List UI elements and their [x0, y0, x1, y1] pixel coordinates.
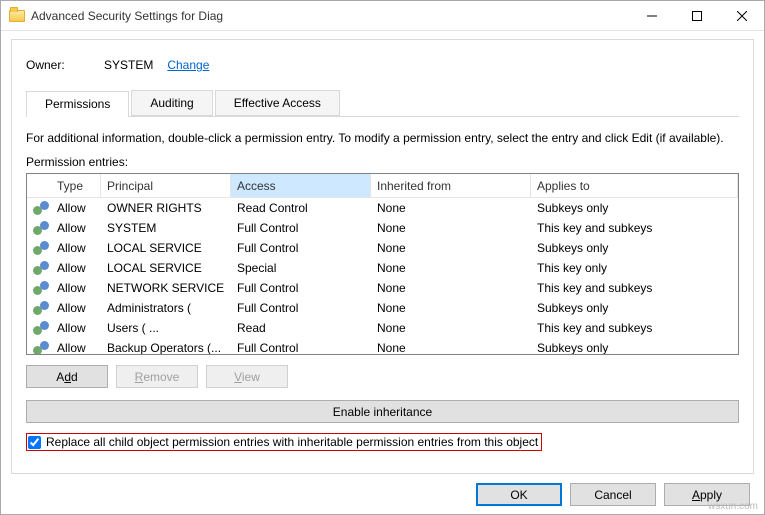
cell-type: Allow	[51, 321, 101, 335]
col-access[interactable]: Access	[231, 174, 371, 197]
tab-auditing[interactable]: Auditing	[131, 90, 212, 116]
table-row[interactable]: AllowUsers ( ...ReadNoneThis key and sub…	[27, 318, 738, 338]
people-icon	[33, 301, 49, 315]
change-owner-link[interactable]: Change	[167, 58, 209, 72]
cell-access: Full Control	[231, 281, 371, 295]
remove-button: Remove	[116, 365, 198, 388]
cell-applies: This key and subkeys	[531, 281, 738, 295]
cell-inherited: None	[371, 301, 531, 315]
add-button[interactable]: Add	[26, 365, 108, 388]
col-principal[interactable]: Principal	[101, 174, 231, 197]
title-bar: Advanced Security Settings for Diag	[1, 1, 764, 31]
cell-applies: Subkeys only	[531, 341, 738, 355]
col-inherited[interactable]: Inherited from	[371, 174, 531, 197]
people-icon	[33, 341, 49, 355]
owner-value: SYSTEM	[104, 58, 153, 72]
tab-effective-access[interactable]: Effective Access	[215, 90, 340, 116]
cell-type: Allow	[51, 261, 101, 275]
cell-principal: Administrators (	[101, 301, 231, 315]
people-icon	[33, 281, 49, 295]
cell-principal: OWNER RIGHTS	[101, 201, 231, 215]
cell-applies: Subkeys only	[531, 241, 738, 255]
people-icon	[33, 241, 49, 255]
owner-label: Owner:	[26, 58, 104, 72]
cell-applies: This key and subkeys	[531, 321, 738, 335]
cell-principal: SYSTEM	[101, 221, 231, 235]
window-title: Advanced Security Settings for Diag	[31, 9, 629, 23]
cell-inherited: None	[371, 261, 531, 275]
minimize-button[interactable]	[629, 1, 674, 30]
people-icon	[33, 221, 49, 235]
cell-principal: LOCAL SERVICE	[101, 261, 231, 275]
cell-applies: This key and subkeys	[531, 221, 738, 235]
cell-inherited: None	[371, 201, 531, 215]
close-button[interactable]	[719, 1, 764, 30]
view-button: View	[206, 365, 288, 388]
ok-button[interactable]: OK	[476, 483, 562, 506]
cell-inherited: None	[371, 321, 531, 335]
cell-type: Allow	[51, 301, 101, 315]
cell-inherited: None	[371, 341, 531, 355]
cancel-button[interactable]: Cancel	[570, 483, 656, 506]
entries-label: Permission entries:	[26, 155, 739, 169]
table-row[interactable]: AllowLOCAL SERVICESpecialNoneThis key on…	[27, 258, 738, 278]
cell-type: Allow	[51, 341, 101, 355]
maximize-button[interactable]	[674, 1, 719, 30]
watermark: wsxun.com	[708, 501, 758, 512]
replace-checkbox-row[interactable]: Replace all child object permission entr…	[26, 433, 542, 451]
cell-principal: NETWORK SERVICE	[101, 281, 231, 295]
permissions-table: Type Principal Access Inherited from App…	[26, 173, 739, 355]
cell-principal: LOCAL SERVICE	[101, 241, 231, 255]
table-row[interactable]: AllowBackup Operators (...Full ControlNo…	[27, 338, 738, 355]
cell-applies: Subkeys only	[531, 301, 738, 315]
people-icon	[33, 321, 49, 335]
table-body[interactable]: AllowOWNER RIGHTSRead ControlNoneSubkeys…	[27, 198, 738, 355]
cell-applies: Subkeys only	[531, 201, 738, 215]
tab-strip: Permissions Auditing Effective Access	[26, 90, 739, 117]
people-icon	[33, 201, 49, 215]
table-row[interactable]: AllowOWNER RIGHTSRead ControlNoneSubkeys…	[27, 198, 738, 218]
cell-access: Read Control	[231, 201, 371, 215]
col-type[interactable]: Type	[51, 174, 101, 197]
cell-applies: This key only	[531, 261, 738, 275]
cell-inherited: None	[371, 281, 531, 295]
table-header: Type Principal Access Inherited from App…	[27, 174, 738, 198]
cell-type: Allow	[51, 241, 101, 255]
cell-access: Full Control	[231, 301, 371, 315]
cell-type: Allow	[51, 221, 101, 235]
cell-principal: Users ( ...	[101, 321, 231, 335]
table-row[interactable]: AllowSYSTEMFull ControlNoneThis key and …	[27, 218, 738, 238]
table-row[interactable]: AllowAdministrators (Full ControlNoneSub…	[27, 298, 738, 318]
cell-type: Allow	[51, 201, 101, 215]
cell-principal: Backup Operators (...	[101, 341, 231, 355]
content-panel: Owner: SYSTEM Change Permissions Auditin…	[11, 39, 754, 474]
col-applies[interactable]: Applies to	[531, 174, 738, 197]
people-icon	[33, 261, 49, 275]
enable-inheritance-button[interactable]: Enable inheritance	[26, 400, 739, 423]
table-row[interactable]: AllowLOCAL SERVICEFull ControlNoneSubkey…	[27, 238, 738, 258]
table-row[interactable]: AllowNETWORK SERVICEFull ControlNoneThis…	[27, 278, 738, 298]
replace-checkbox-label: Replace all child object permission entr…	[46, 435, 538, 449]
info-text: For additional information, double-click…	[26, 131, 739, 145]
cell-access: Special	[231, 261, 371, 275]
cell-access: Read	[231, 321, 371, 335]
tab-permissions[interactable]: Permissions	[26, 91, 129, 117]
cell-type: Allow	[51, 281, 101, 295]
cell-inherited: None	[371, 221, 531, 235]
replace-checkbox[interactable]	[28, 436, 41, 449]
cell-access: Full Control	[231, 241, 371, 255]
folder-icon	[9, 10, 25, 22]
cell-access: Full Control	[231, 341, 371, 355]
col-icon[interactable]	[27, 174, 51, 197]
cell-inherited: None	[371, 241, 531, 255]
cell-access: Full Control	[231, 221, 371, 235]
